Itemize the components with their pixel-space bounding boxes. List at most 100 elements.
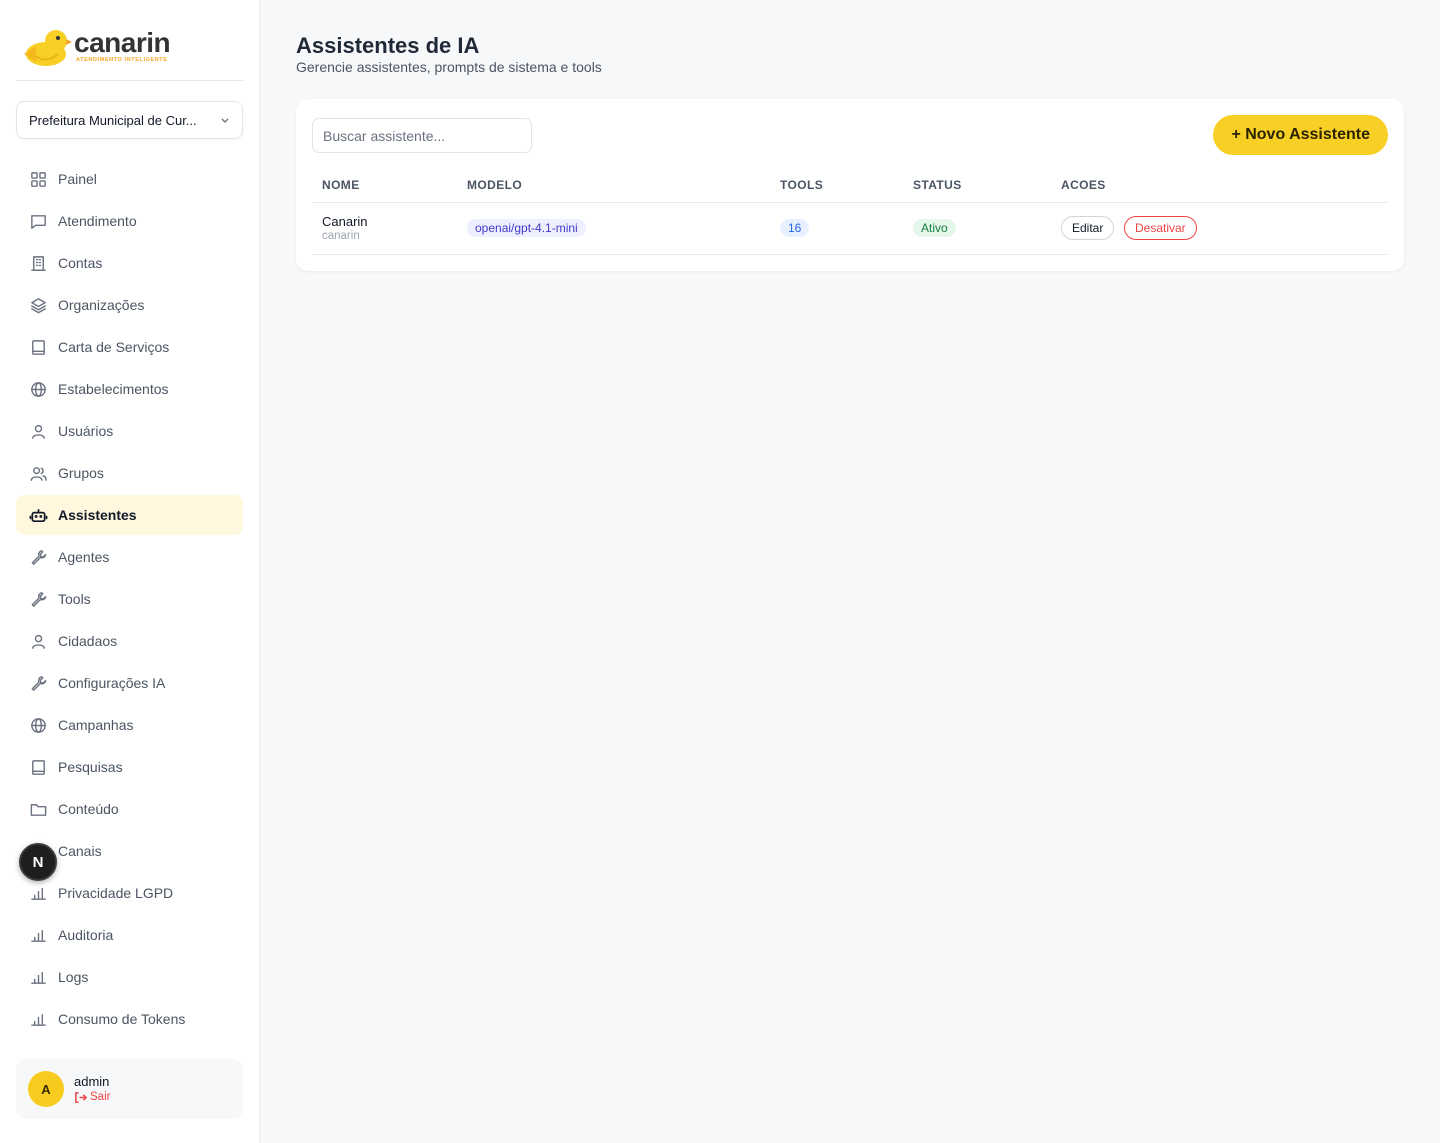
wrench-icon bbox=[28, 673, 48, 693]
grid-icon bbox=[28, 169, 48, 189]
sidebar-item-pesquisas[interactable]: Pesquisas bbox=[16, 747, 243, 787]
brand-logo[interactable]: canarin ATENDIMENTO INTELIGENTE bbox=[22, 24, 242, 72]
chart-icon bbox=[28, 967, 48, 987]
sidebar-item-label: Canais bbox=[58, 843, 102, 859]
cell-name: Canarin canarin bbox=[312, 202, 457, 255]
column-header-tools: TOOLS bbox=[770, 169, 903, 203]
sidebar-divider bbox=[16, 80, 243, 81]
sidebar-item-agentes[interactable]: Agentes bbox=[16, 537, 243, 577]
assistant-slug: canarin bbox=[322, 229, 360, 242]
book-icon bbox=[28, 757, 48, 777]
brand-name: canarin bbox=[74, 27, 171, 58]
sidebar-item-grupos[interactable]: Grupos bbox=[16, 453, 243, 493]
table-row: Canarin canarin openai/gpt-4.1-mini 16 A… bbox=[312, 202, 1388, 255]
sidebar-item-assistentes[interactable]: Assistentes bbox=[16, 495, 243, 535]
chart-icon bbox=[28, 925, 48, 945]
cell-tools: 16 bbox=[770, 202, 903, 255]
layers-icon bbox=[28, 295, 48, 315]
sidebar-item-label: Privacidade LGPD bbox=[58, 885, 174, 901]
bot-icon bbox=[28, 505, 48, 525]
model-badge: openai/gpt-4.1-mini bbox=[467, 219, 586, 237]
assistant-name: Canarin bbox=[322, 213, 368, 229]
column-header-nome: NOME bbox=[312, 169, 457, 203]
deactivate-button[interactable]: Desativar bbox=[1123, 216, 1197, 240]
sidebar-item-label: Contas bbox=[58, 255, 103, 271]
sidebar-item-contas[interactable]: Contas bbox=[16, 243, 243, 283]
sidebar-item-cidadaos[interactable]: Cidadaos bbox=[16, 621, 243, 661]
cell-status: Ativo bbox=[903, 202, 1051, 255]
column-header-acoes: ACOES bbox=[1051, 169, 1388, 203]
sidebar-item-consumo-de-tokens[interactable]: Consumo de Tokens bbox=[16, 999, 243, 1039]
status-badge: Ativo bbox=[913, 219, 956, 237]
sidebar-item-label: Pesquisas bbox=[58, 759, 123, 775]
user-icon bbox=[28, 631, 48, 651]
column-header-status: STATUS bbox=[903, 169, 1051, 203]
sidebar-item-tools[interactable]: Tools bbox=[16, 579, 243, 619]
sidebar-item-label: Auditoria bbox=[58, 927, 114, 943]
sidebar: canarin ATENDIMENTO INTELIGENTE Prefeitu… bbox=[0, 0, 260, 1143]
sidebar-item-label: Atendimento bbox=[58, 213, 137, 229]
sidebar-item-label: Conteúdo bbox=[58, 801, 119, 817]
cell-model: openai/gpt-4.1-mini bbox=[457, 202, 770, 255]
sidebar-item-label: Grupos bbox=[58, 465, 104, 481]
sidebar-item-label: Painel bbox=[58, 171, 97, 187]
cell-actions: Editar Desativar bbox=[1051, 202, 1388, 255]
logout-link[interactable]: Sair bbox=[74, 1090, 110, 1104]
wrench-icon bbox=[28, 589, 48, 609]
sidebar-item-logs[interactable]: Logs bbox=[16, 957, 243, 997]
sidebar-item-configuracoes-ia[interactable]: Configurações IA bbox=[16, 663, 243, 703]
sidebar-item-label: Assistentes bbox=[58, 507, 137, 523]
organization-select[interactable]: Prefeitura Municipal de Cur... bbox=[16, 101, 243, 139]
globe-icon bbox=[28, 379, 48, 399]
sidebar-item-label: Logs bbox=[58, 969, 89, 985]
sidebar-item-atendimento[interactable]: Atendimento bbox=[16, 201, 243, 241]
sidebar-item-estabelecimentos[interactable]: Estabelecimentos bbox=[16, 369, 243, 409]
edit-button[interactable]: Editar bbox=[1061, 216, 1115, 240]
logout-icon bbox=[75, 1091, 87, 1103]
page-subtitle: Gerencie assistentes, prompts de sistema… bbox=[296, 59, 602, 75]
sidebar-item-label: Usuários bbox=[58, 423, 114, 439]
user-card: A admin Sair bbox=[16, 1059, 243, 1119]
sidebar-item-label: Tools bbox=[58, 591, 91, 607]
sidebar-item-label: Campanhas bbox=[58, 717, 134, 733]
avatar: A bbox=[28, 1071, 64, 1107]
user-icon bbox=[28, 421, 48, 441]
search-input[interactable] bbox=[312, 118, 532, 153]
folder-icon bbox=[28, 799, 48, 819]
sidebar-item-label: Estabelecimentos bbox=[58, 381, 169, 397]
assistants-table: NOME MODELO TOOLS STATUS ACOES Canarin c… bbox=[312, 169, 1388, 255]
sidebar-item-label: Organizações bbox=[58, 297, 145, 313]
tools-count-badge: 16 bbox=[780, 219, 810, 237]
table-header: NOME MODELO TOOLS STATUS ACOES bbox=[312, 169, 1388, 203]
page-title: Assistentes de IA bbox=[296, 33, 480, 58]
sidebar-item-label: Cidadaos bbox=[58, 633, 118, 649]
sidebar-item-auditoria[interactable]: Auditoria bbox=[16, 915, 243, 955]
sidebar-item-label: Carta de Serviços bbox=[58, 339, 170, 355]
user-info: admin Sair bbox=[74, 1074, 110, 1104]
sidebar-item-privacidade-lgpd[interactable]: Privacidade LGPD bbox=[16, 873, 243, 913]
organization-select-value: Prefeitura Municipal de Cur... bbox=[29, 112, 197, 128]
sidebar-item-label: Configurações IA bbox=[58, 675, 166, 691]
canary-logo-icon bbox=[24, 30, 72, 66]
sidebar-item-campanhas[interactable]: Campanhas bbox=[16, 705, 243, 745]
sidebar-item-conteudo[interactable]: Conteúdo bbox=[16, 789, 243, 829]
brand-tagline: ATENDIMENTO INTELIGENTE bbox=[76, 57, 168, 63]
globe-icon bbox=[28, 715, 48, 735]
sidebar-item-label: Consumo de Tokens bbox=[58, 1011, 186, 1027]
assistants-card: + Novo Assistente NOME MODELO TOOLS STAT… bbox=[296, 99, 1404, 271]
sidebar-item-usuarios[interactable]: Usuários bbox=[16, 411, 243, 451]
user-name: admin bbox=[74, 1074, 110, 1089]
dev-tools-badge[interactable]: N bbox=[19, 843, 57, 881]
building-icon bbox=[28, 253, 48, 273]
chat-icon bbox=[28, 211, 48, 231]
sidebar-item-carta-de-servicos[interactable]: Carta de Serviços bbox=[16, 327, 243, 367]
users-icon bbox=[28, 463, 48, 483]
new-assistant-button[interactable]: + Novo Assistente bbox=[1213, 115, 1388, 155]
chart-icon bbox=[28, 1009, 48, 1029]
sidebar-item-organizacoes[interactable]: Organizações bbox=[16, 285, 243, 325]
sidebar-item-painel[interactable]: Painel bbox=[16, 159, 243, 199]
logout-label: Sair bbox=[90, 1091, 111, 1103]
book-icon bbox=[28, 337, 48, 357]
wrench-icon bbox=[28, 547, 48, 567]
dev-tools-badge-letter: N bbox=[32, 853, 44, 871]
